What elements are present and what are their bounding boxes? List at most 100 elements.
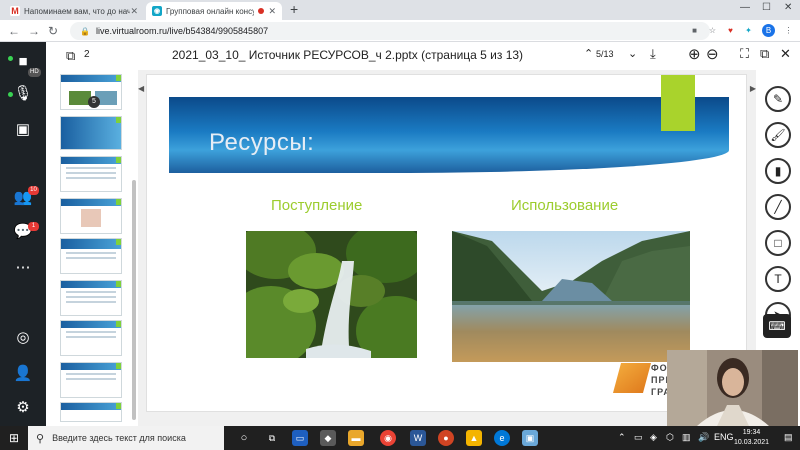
marker-icon[interactable]: ▮: [765, 158, 791, 184]
webcam-preview: [667, 350, 798, 426]
record-icon[interactable]: ◎: [13, 328, 33, 348]
edge-icon[interactable]: e: [494, 430, 510, 446]
app-icon[interactable]: ●: [438, 430, 454, 446]
lake-image: [452, 231, 690, 362]
chat-badge: 1: [28, 222, 39, 231]
tab-virtualroom[interactable]: ◉ Групповая онлайн консульт ✕: [146, 2, 282, 20]
fullscreen-icon[interactable]: ⧉: [760, 46, 769, 62]
slide-page: Ресурсы: Поступление Использование ФО ПР…: [146, 74, 747, 412]
back-icon[interactable]: ←: [8, 24, 20, 38]
brush-icon[interactable]: 🖌: [765, 122, 791, 148]
drive-icon[interactable]: ▲: [466, 430, 482, 446]
url-field[interactable]: 🔒 live.virtualroom.ru/live/b54384/990584…: [70, 22, 710, 40]
thumbnail-page[interactable]: [60, 198, 122, 234]
download-icon[interactable]: ⤓: [650, 46, 656, 62]
forward-icon[interactable]: →: [28, 24, 40, 38]
clock-date: 10.03.2021: [734, 439, 770, 446]
shield-extension-icon[interactable]: ♥: [724, 24, 737, 37]
notifications-icon[interactable]: ▤: [784, 432, 793, 443]
thumbnails-scrollbar[interactable]: [132, 180, 136, 420]
reload-icon[interactable]: ↻: [48, 24, 58, 38]
browser-tab-strip: M Напоминаем вам, что до начал ✕ ◉ Групп…: [0, 0, 800, 20]
waterfall-image: [246, 231, 417, 358]
thumbnails-toggle-icon[interactable]: ⧉: [66, 48, 75, 64]
clock-time: 19:34: [742, 429, 761, 436]
volume-icon[interactable]: 🔊: [698, 432, 709, 443]
close-tab-icon[interactable]: ✕: [130, 6, 138, 17]
close-window-icon[interactable]: ✕: [784, 2, 792, 13]
pencil-icon[interactable]: ✎: [765, 86, 791, 112]
document-toolbar: ⧉ 2 2021_03_10_ Источник РЕСУРСОВ_ч 2.pp…: [46, 42, 800, 70]
search-placeholder: Введите здесь текст для поиска: [52, 433, 186, 443]
folder-icon[interactable]: ▬: [348, 430, 364, 446]
language-indicator[interactable]: ENG: [714, 432, 734, 442]
camera-icon[interactable]: ■: [688, 24, 701, 37]
chrome-icon[interactable]: ◉: [380, 430, 396, 446]
invite-user-icon[interactable]: 👤: [13, 364, 33, 384]
close-document-icon[interactable]: ✕: [780, 46, 791, 62]
menu-icon[interactable]: ⋮: [782, 24, 795, 37]
thumbs-count: 2: [84, 49, 90, 60]
extension-icon[interactable]: ✦: [742, 24, 755, 37]
settings-gear-icon[interactable]: ⚙: [13, 398, 33, 418]
tab-label: Групповая онлайн консульт: [166, 6, 255, 16]
minimize-icon[interactable]: —: [740, 2, 750, 13]
taskbar-search[interactable]: ⚲ Введите здесь текст для поиска: [28, 426, 224, 450]
profile-avatar[interactable]: B: [762, 24, 775, 37]
photos-icon[interactable]: ▣: [522, 430, 538, 446]
tray-app-icon[interactable]: ⬡: [666, 432, 674, 443]
thumbnail-page[interactable]: [60, 238, 122, 274]
previous-page-icon[interactable]: ⌃: [584, 47, 593, 60]
thumbnail-page[interactable]: [60, 156, 122, 192]
thumbnail-page[interactable]: [60, 280, 122, 316]
word-icon[interactable]: W: [410, 430, 426, 446]
explorer-icon[interactable]: ▭: [292, 430, 308, 446]
thumbnail-page[interactable]: [60, 116, 122, 150]
hd-badge: HD: [28, 68, 41, 77]
maximize-icon[interactable]: ☐: [762, 2, 771, 13]
thumbnail-page[interactable]: [60, 402, 122, 422]
green-accent: [661, 75, 695, 131]
page-indicator: 5/13: [596, 49, 614, 59]
zoom-in-icon[interactable]: ⊕: [688, 45, 701, 63]
clock[interactable]: 19:34 10.03.2021: [734, 428, 769, 448]
tray-up-icon[interactable]: ⌃: [618, 432, 626, 443]
fit-screen-icon[interactable]: ⛶: [740, 46, 749, 62]
next-page-icon[interactable]: ⌄: [628, 47, 637, 60]
star-icon[interactable]: ☆: [706, 24, 719, 37]
new-tab-button[interactable]: +: [290, 1, 298, 17]
left-heading: Поступление: [271, 197, 363, 214]
left-rail: ■ HD 🎙 ▣ 👥 10 💬 1 ⋯ ◎ 👤 ⚙: [0, 42, 46, 426]
screen-share-icon[interactable]: ▣: [13, 120, 33, 140]
microphone-icon[interactable]: 🎙: [13, 84, 33, 104]
lock-icon: 🔒: [80, 26, 90, 36]
app-icon[interactable]: ◆: [320, 430, 336, 446]
windows-taskbar: ⊞ ⚲ Введите здесь текст для поиска ○ ⧉ ▭…: [0, 426, 800, 450]
current-page-badge: 5: [88, 96, 100, 108]
recording-icon: [258, 8, 265, 14]
logo-mark: [612, 363, 652, 393]
search-icon: ⚲: [36, 432, 45, 445]
more-icon[interactable]: ⋯: [13, 258, 33, 278]
network-icon[interactable]: ▥: [682, 432, 691, 443]
address-bar: ← → ↻ 🔒 live.virtualroom.ru/live/b54384/…: [0, 20, 800, 42]
slide-title: Ресурсы:: [209, 129, 315, 156]
cortana-icon[interactable]: ○: [236, 430, 252, 446]
logo-text-line: ФО: [651, 363, 668, 373]
zoom-out-icon[interactable]: ⊖: [706, 45, 719, 63]
thumbnail-page[interactable]: [60, 320, 122, 356]
tab-gmail[interactable]: M Напоминаем вам, что до начал ✕: [4, 2, 144, 20]
thumbnail-page[interactable]: [60, 362, 122, 398]
task-view-icon[interactable]: ⧉: [264, 430, 280, 446]
rectangle-icon[interactable]: □: [765, 230, 791, 256]
tray-app-icon[interactable]: ▭: [634, 432, 643, 443]
windows-start-icon[interactable]: ⊞: [6, 430, 22, 446]
text-tool-icon[interactable]: T: [765, 266, 791, 292]
collapse-left-icon[interactable]: ◀: [138, 84, 144, 93]
close-tab-icon[interactable]: ✕: [268, 6, 276, 17]
line-icon[interactable]: ╱: [765, 194, 791, 220]
tray-app-icon[interactable]: ◈: [650, 432, 657, 443]
slide-viewer: ◀ ▶ Ресурсы: Поступление Использование Ф…: [138, 70, 756, 426]
participants-badge: 10: [28, 186, 39, 195]
keyboard-icon[interactable]: ⌨: [763, 314, 791, 338]
